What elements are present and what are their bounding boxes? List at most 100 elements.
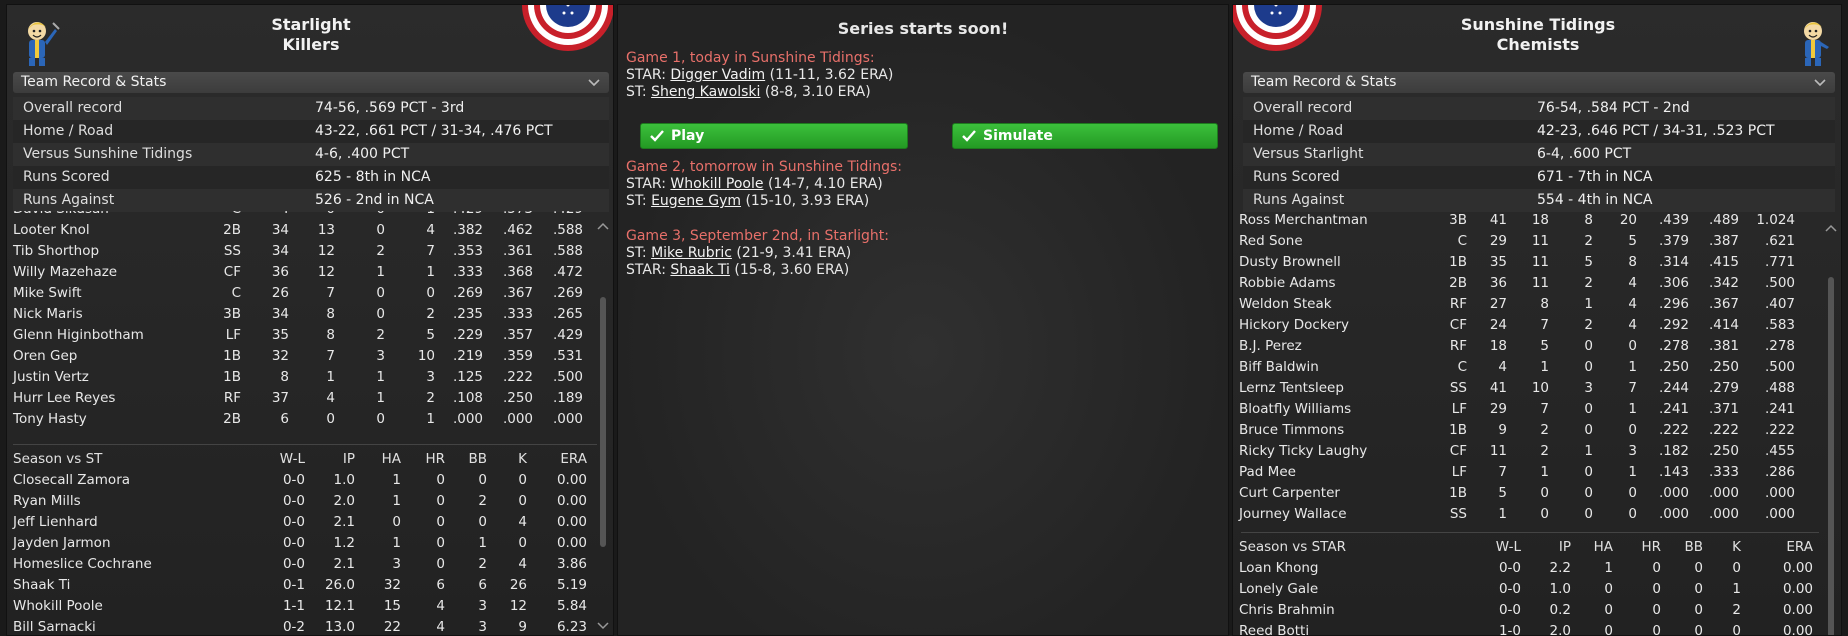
scroll-up-icon[interactable] [597,221,609,231]
table-row[interactable]: Oren Gep 1B 32 7 3 10 .219 .359 .531 [7,346,597,367]
record-row: Runs Against 554 - 4th in NCA [1243,189,1835,212]
play-button[interactable]: Play [640,123,908,149]
pitcher-stats: (21-9, 3.41 ERA) [731,245,852,261]
team-abbr: ST: [626,84,652,100]
player-name: Bruce Timmons [1239,422,1345,438]
table-row[interactable]: Biff Baldwin C 4 1 0 1 .250 .250 .500 [1233,357,1819,378]
table-row[interactable]: Lonely Gale 0-0 1.0 0 0 0 1 0.00 [1233,579,1819,600]
stat-c4: 1 [1628,401,1637,417]
table-row[interactable]: Red Sone C 29 11 2 5 .379 .387 .621 [1233,231,1819,252]
table-row[interactable]: Whokill Poole 1-1 12.1 15 4 3 12 5.84 [7,596,597,617]
game-2: Game 2, tomorrow in Sunshine Tidings: ST… [626,159,902,210]
table-row[interactable]: Curt Carpenter 1B 5 0 0 0 .000 .000 .000 [1233,483,1819,504]
stat-k: 2 [1732,602,1741,618]
table-row[interactable]: Willy Mazehaze CF 36 12 1 1 .333 .368 .472 [7,262,597,283]
batting-table[interactable]: Ross Merchantman 3B 41 18 8 20.439.489 1.024 Re… [1233,213,1819,529]
stat-c2: 11 [1531,275,1549,291]
table-row[interactable]: Shaak Ti 0-1 26.0 32 6 6 26 5.19 [7,575,597,596]
stat-c3: 0 [1584,401,1593,417]
table-row[interactable]: Nick Maris 3B 34 8 0 2 .235 .333 .265 [7,304,597,325]
pitcher-name: Jayden Jarmon [13,535,111,551]
stat-bb: 6 [478,577,487,593]
team-record-dropdown[interactable]: Team Record & Stats [1243,72,1835,93]
team-record-dropdown[interactable]: Team Record & Stats [13,72,609,93]
table-row[interactable]: Robbie Adams 2B 36 11 2 4 .306 .342 .500 [1233,273,1819,294]
check-icon [650,130,664,142]
team-abbr: ST: [626,245,652,261]
stat-era: 0.00 [1782,623,1813,635]
stat-c3: 0 [1584,422,1593,438]
table-row[interactable]: Hurr Lee Reyes RF 37 4 1 2 .108 .250 .189 [7,388,597,409]
pitcher-link[interactable]: Sheng Kawolski [651,84,760,100]
table-row[interactable]: Looter Knol 2B 34 13 0 4 .382 .462 .588 [7,220,597,241]
stat-ip: 2.1 [333,556,355,572]
stat-c6: .342 [1708,275,1739,291]
player-name: Bloatfly Williams [1239,401,1352,417]
pitcher-link[interactable]: Eugene Gym [651,193,741,209]
table-row[interactable]: Ross Merchantman 3B 41 18 8 20 .439 .489 1.024 [1233,213,1819,231]
stat-pos: CF [1449,317,1467,333]
player-name: Robbie Adams [1239,275,1336,291]
table-row[interactable]: Hickory Dockery CF 24 7 2 4.292.414.583 [1233,315,1819,336]
record-value: 76-54, .584 PCT - 2nd [1537,100,1690,116]
table-row[interactable]: Jeff Lienhard 0-0 2.1 0 0 0 4 0.00 [7,512,597,533]
stat-wl: 0-0 [1498,602,1521,618]
table-row[interactable]: Ryan Mills 0-0 2.0 1 0 2 0 0.00 [7,491,597,512]
chevron-down-icon[interactable] [587,75,601,89]
stat-c1: 7 [1498,464,1507,480]
pitcher-link[interactable]: Whokill Poole [670,176,763,192]
table-row[interactable]: Tib Shorthop SS 34 12 2 7 .353 .361 .588 [7,241,597,262]
stat-c2: 12 [317,243,335,259]
scroll-down-icon[interactable] [597,621,609,631]
patriotic-bunting-icon [1233,5,1322,51]
table-row[interactable]: Glenn Higinbotham LF 35 8 2 5 .229 .357 .429 [7,325,597,346]
table-row[interactable]: Bill Sarnacki 0-2 13.0 22 4 3 9 6.23 [7,617,597,635]
stat-c3: 0 [1584,464,1593,480]
table-row[interactable]: Bruce Timmons 1B 9 2 0 0 .222 .222 .222 [1233,420,1819,441]
stat-c3: 0 [1584,338,1593,354]
table-row[interactable]: Weldon Steak RF 27 8 1 4 .296 .367 .407 [1233,294,1819,315]
pitcher-link[interactable]: Shaak Ti [670,262,730,278]
table-row[interactable]: Jayden Jarmon 0-0 1.2 1 0 1 0 0.00 [7,533,597,554]
simulate-button[interactable]: Simulate [952,123,1218,149]
stat-pos: C [1457,233,1467,249]
table-row[interactable]: David Sikdsan C 4 0 0 1 .429 .573 .429 [7,211,597,220]
stat-pos: CF [1449,443,1467,459]
table-row[interactable]: Justin Vertz 1B 8 1 1 3 .125 .222 .500 [7,367,597,388]
pitcher-name: Loan Khong [1239,560,1319,576]
table-row[interactable]: B.J. Perez RF 18 5 0 0 .278 .381 .278 [1233,336,1819,357]
table-row[interactable]: Chris Brahmin 0-0 0.2 0 0 0 2 0.00 [1233,600,1819,621]
stat-wl: 1-1 [282,598,305,614]
game-title: Game 1, today in Sunshine Tidings: [626,50,875,66]
table-row[interactable]: Bloatfly Williams LF 29 7 0 1 .241 .371 .241 [1233,399,1819,420]
table-row[interactable]: Ricky Ticky Laughy CF 11 2 1 3 .182 .250 .455 [1233,441,1819,462]
stat-c5: .219 [452,348,483,364]
stat-c4: 1 [426,264,435,280]
table-row[interactable]: Loan Khong 0-0 2.2 1 0 0 0 0.00 [1233,558,1819,579]
stat-c1: 41 [1489,380,1507,396]
table-row[interactable]: Dusty Brownell 1B 35 11 5 8 .314 .415 .771 [1233,252,1819,273]
table-row[interactable]: Tony Hasty 2B 6 0 0 1 .000 .000 .000 [7,409,597,430]
table-row[interactable]: Mike Swift C 26 7 0 0 .269 .367 .269 [7,283,597,304]
pitching-table[interactable]: Season vs ST W-L IP HA HR BB K ERA Closecall Zam… [7,445,597,635]
table-row[interactable]: Journey Wallace SS 1 0 0 0 .000 .000 .000 [1233,504,1819,525]
player-name: Oren Gep [13,348,78,364]
batting-table[interactable]: David SikdsanC4001.429.573.429Looter Kno… [7,211,597,439]
pitcher-link[interactable]: Digger Vadim [670,67,765,83]
scrollbar-thumb[interactable] [1828,277,1834,635]
stat-c1: 41 [1489,213,1507,228]
pitcher-link[interactable]: Mike Rubric [651,245,732,261]
stat-hr: 0 [436,493,445,509]
table-row[interactable]: Closecall Zamora 0-0 1.0 1 0 0 0 0.00 [7,470,597,491]
table-row[interactable]: Reed Botti 1-0 2.0 0 0 0 0 0.00 [1233,621,1819,635]
table-row[interactable]: Homeslice Cochrane 0-0 2.1 3 0 2 4 3.86 [7,554,597,575]
chevron-down-icon[interactable] [1813,75,1827,89]
scroll-up-icon[interactable] [1825,223,1837,233]
stat-era: 0.00 [556,535,587,551]
scrollbar-thumb[interactable] [600,297,606,547]
stat-era: 5.19 [556,577,587,593]
table-row[interactable]: Pad Mee LF 7 1 0 1 .143 .333 .286 [1233,462,1819,483]
pitching-table[interactable]: Season vs STAR W-L IP HA HR BB K ERA Loan Khong 0… [1233,533,1819,635]
table-row[interactable]: Lernz Tentsleep SS 41 10 3 7 .244 .279 .488 [1233,378,1819,399]
stat-c6: .367 [502,285,533,301]
